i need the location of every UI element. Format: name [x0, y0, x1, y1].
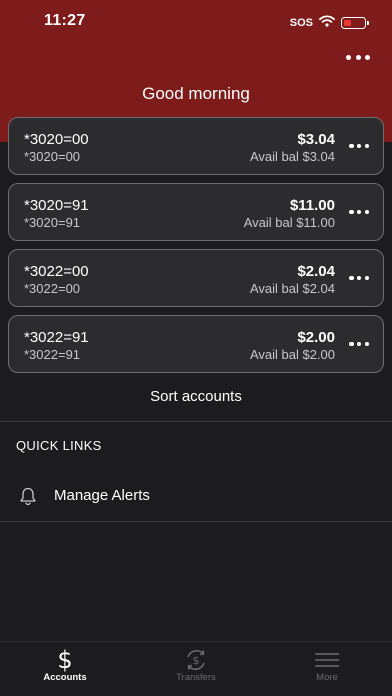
wifi-icon [319, 14, 335, 32]
status-indicators: SOS [289, 14, 369, 32]
account-name: *3022=91 [24, 329, 89, 346]
account-name: *3020=00 [24, 131, 89, 148]
account-card[interactable]: *3022=91 *3022=91 $2.00 Avail bal $2.00 [8, 315, 384, 373]
more-options-icon[interactable] [349, 340, 369, 348]
account-balance: $3.04 [297, 131, 335, 148]
tab-label: Transfers [176, 672, 216, 683]
account-number: *3020=00 [24, 149, 81, 164]
account-card[interactable]: *3022=00 *3022=00 $2.04 Avail bal $2.04 [8, 249, 384, 307]
account-list: *3020=00 *3020=00 $3.04 Avail bal $3.04 … [8, 117, 384, 381]
dot-icon [346, 54, 351, 60]
tab-transfers[interactable]: $ Transfers [131, 642, 261, 696]
account-card[interactable]: *3020=91 *3020=91 $11.00 Avail bal $11.0… [8, 183, 384, 241]
account-number: *3022=00 [24, 281, 81, 296]
header-more-button[interactable] [346, 50, 370, 64]
sort-accounts-button[interactable]: Sort accounts [0, 388, 392, 405]
greeting: Good morning [142, 84, 250, 103]
available-balance: Avail bal $2.04 [249, 281, 335, 296]
tab-label: Accounts [43, 672, 87, 683]
battery-icon [341, 17, 369, 29]
account-balance: $2.00 [297, 329, 335, 346]
more-options-icon[interactable] [349, 274, 369, 282]
sos-label: SOS [289, 17, 313, 29]
more-options-icon[interactable] [349, 142, 369, 150]
bell-icon [18, 486, 38, 511]
status-bar: 11:27 SOS [0, 0, 392, 44]
available-balance: Avail bal $3.04 [249, 149, 335, 164]
menu-icon [312, 647, 342, 673]
more-options-icon[interactable] [349, 208, 369, 216]
manage-alerts-label: Manage Alerts [54, 487, 150, 504]
account-number: *3022=91 [24, 347, 81, 362]
divider [0, 521, 392, 522]
svg-text:$: $ [193, 654, 200, 667]
transfer-icon: $ [181, 647, 211, 673]
status-time: 11:27 [44, 12, 86, 29]
account-balance: $11.00 [289, 197, 335, 214]
quick-links-title: QUICK LINKS [16, 438, 102, 453]
account-card[interactable]: *3020=00 *3020=00 $3.04 Avail bal $3.04 [8, 117, 384, 175]
account-name: *3020=91 [24, 197, 89, 214]
dot-icon [355, 54, 361, 60]
tab-more[interactable]: More [262, 642, 392, 696]
tab-bar: $ Accounts $ Transfers More [0, 641, 392, 696]
divider [0, 421, 392, 422]
account-balance: $2.04 [297, 263, 335, 280]
available-balance: Avail bal $11.00 [243, 215, 335, 230]
account-number: *3020=91 [24, 215, 81, 230]
tab-accounts[interactable]: $ Accounts [0, 642, 130, 696]
account-name: *3022=00 [24, 263, 89, 280]
available-balance: Avail bal $2.00 [249, 347, 335, 362]
dollar-icon: $ [57, 646, 73, 674]
tab-label: More [316, 672, 338, 683]
manage-alerts-link[interactable]: Manage Alerts [0, 476, 392, 516]
dot-icon [365, 54, 370, 60]
